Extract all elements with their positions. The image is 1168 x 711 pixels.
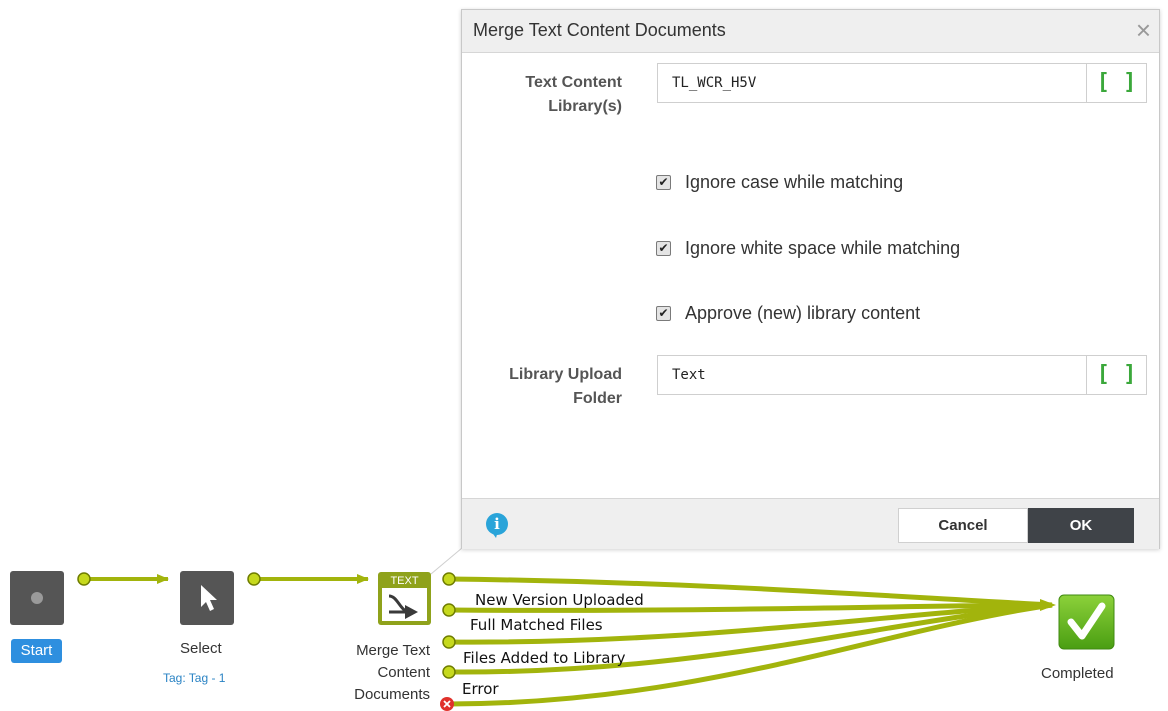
approve-content-label[interactable]: Approve (new) library content [685, 303, 920, 324]
ignore-case-label[interactable]: Ignore case while matching [685, 172, 903, 193]
merge-label-line-1: Merge Text [356, 642, 430, 659]
error-port-icon[interactable] [440, 697, 454, 711]
library-field-label: Text Content Library(s) [472, 71, 622, 119]
folder-variable-button[interactable]: [ ] [1087, 355, 1147, 395]
select-node[interactable] [180, 571, 234, 625]
merge-output-ports[interactable] [442, 572, 456, 679]
folder-label-line-1: Library Upload [509, 366, 622, 383]
library-label-line-1: Text Content [525, 74, 622, 91]
completed-label: Completed [1041, 665, 1114, 682]
dialog-title: Merge Text Content Documents [473, 20, 726, 40]
select-tag[interactable]: Tag: Tag - 1 [163, 671, 225, 685]
dialog-footer: i Cancel OK [462, 498, 1159, 549]
library-label-line-2: Library(s) [548, 98, 622, 115]
connector-select-merge[interactable] [247, 572, 369, 586]
connector-start-select[interactable] [77, 572, 169, 586]
callout-line [430, 547, 463, 575]
completed-arrowhead [1040, 599, 1056, 611]
info-icon[interactable]: i [486, 513, 508, 538]
approve-content-checkbox[interactable]: ✔ [656, 306, 671, 321]
stop-square-icon [31, 592, 43, 604]
ok-button[interactable]: OK [1028, 508, 1134, 543]
library-variable-button[interactable]: [ ] [1087, 63, 1147, 103]
folder-input[interactable] [657, 355, 1087, 395]
cancel-button[interactable]: Cancel [898, 508, 1028, 543]
ignore-case-checkbox[interactable]: ✔ [656, 175, 671, 190]
merge-label-line-3: Documents [354, 686, 430, 703]
select-label: Select [180, 640, 222, 657]
connection-label-files-added[interactable]: Files Added to Library [463, 649, 626, 667]
ignore-whitespace-checkbox[interactable]: ✔ [656, 241, 671, 256]
dialog-titlebar: Merge Text Content Documents × [462, 10, 1159, 53]
start-node[interactable] [10, 571, 64, 625]
connection-label-new-version[interactable]: New Version Uploaded [475, 591, 644, 609]
folder-label-line-2: Folder [573, 390, 622, 407]
completed-node[interactable] [1058, 594, 1115, 650]
close-icon[interactable]: × [1136, 17, 1151, 43]
connection-label-error[interactable]: Error [462, 680, 499, 698]
connection-label-full-matched[interactable]: Full Matched Files [470, 616, 603, 634]
merge-node[interactable]: TEXT [378, 572, 431, 625]
merge-text-dialog: Merge Text Content Documents × Text Cont… [461, 9, 1160, 549]
start-label[interactable]: Start [11, 639, 62, 663]
merge-label: Merge Text Content Documents [300, 640, 430, 706]
merge-label-line-2: Content [377, 664, 430, 681]
text-badge: TEXT [390, 575, 418, 587]
ignore-whitespace-label[interactable]: Ignore white space while matching [685, 238, 960, 259]
folder-field-label: Library Upload Folder [472, 363, 622, 411]
library-input[interactable] [657, 63, 1087, 103]
